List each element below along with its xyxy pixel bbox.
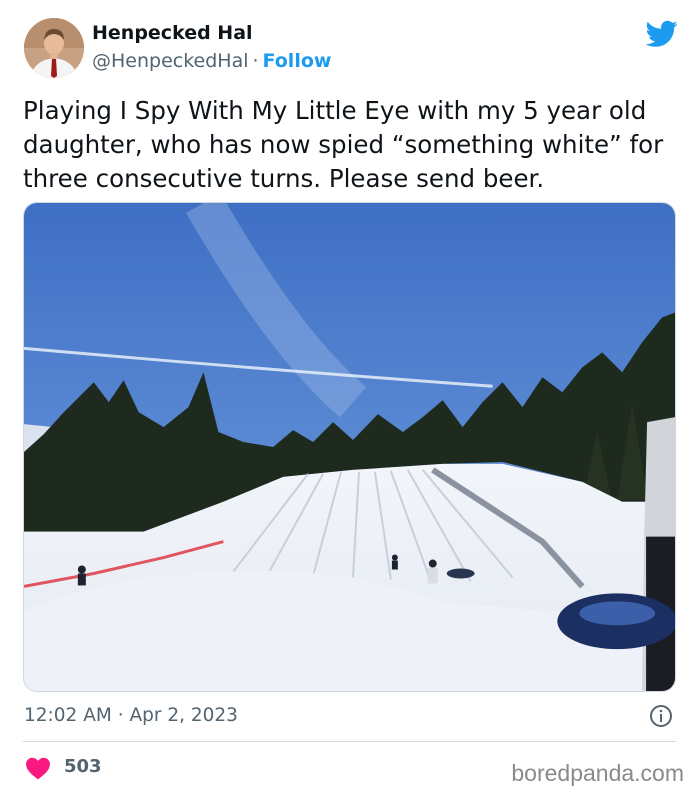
- author-handle[interactable]: @HenpeckedHal: [92, 50, 249, 72]
- tweet-timestamp[interactable]: 12:02 AM · Apr 2, 2023: [24, 705, 238, 726]
- divider: [23, 741, 676, 742]
- follow-button[interactable]: Follow: [263, 50, 332, 72]
- info-icon[interactable]: [649, 704, 673, 728]
- tweet-card: Henpecked Hal @HenpeckedHal · Follow Playi…: [0, 0, 700, 795]
- tweet-photo[interactable]: [23, 202, 676, 692]
- twitter-bird-icon[interactable]: [646, 20, 678, 48]
- like-count[interactable]: 503: [64, 756, 102, 777]
- avatar-photo: [24, 18, 84, 78]
- snow-tubing-photo: [24, 203, 675, 691]
- author-name[interactable]: Henpecked Hal: [92, 22, 253, 44]
- author-avatar[interactable]: [24, 18, 84, 78]
- meta-separator: ·: [252, 50, 259, 72]
- heart-icon[interactable]: [25, 756, 51, 780]
- watermark: boredpanda.com: [511, 760, 684, 786]
- tweet-text: Playing I Spy With My Little Eye with my…: [23, 96, 664, 193]
- author-meta: @HenpeckedHal · Follow: [92, 50, 331, 72]
